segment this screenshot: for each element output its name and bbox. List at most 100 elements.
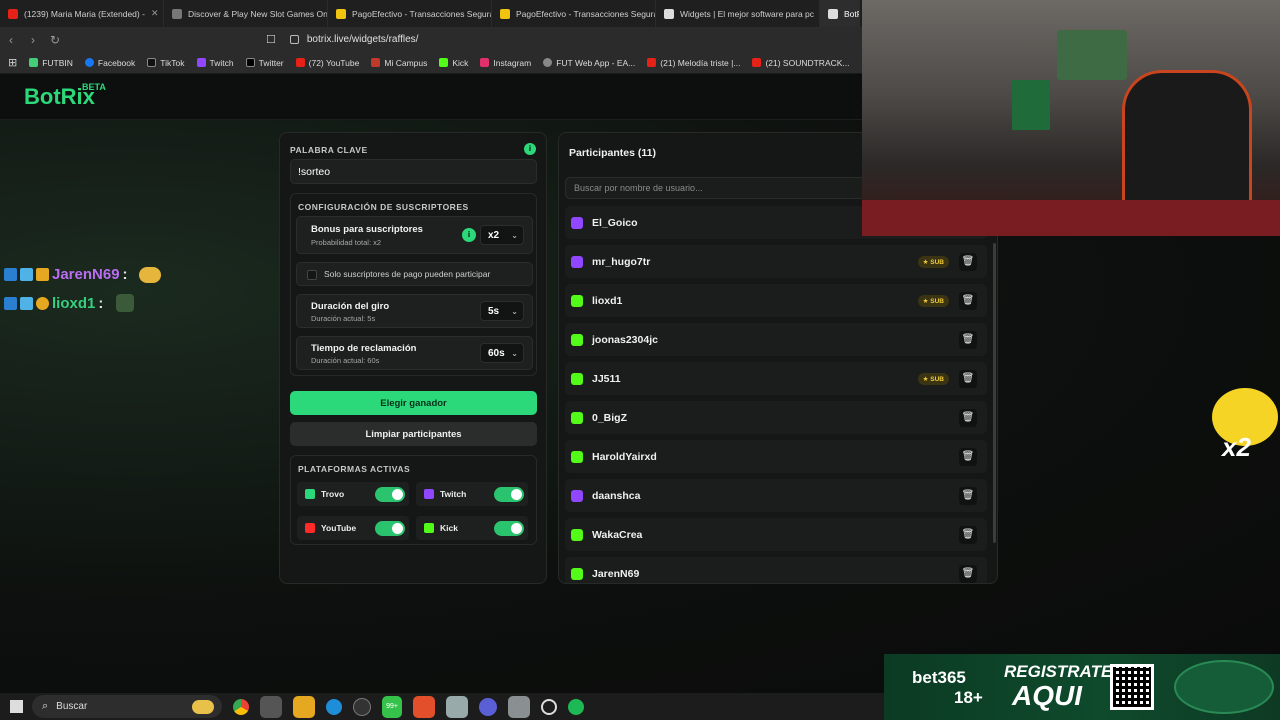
bookmark-item[interactable]: TikTok [147, 58, 185, 68]
keyword-input[interactable]: !sorteo [290, 159, 537, 184]
trovo-icon [305, 489, 315, 499]
participant-row: mr_hugo7tr ★ SUB 🗑 [565, 245, 987, 278]
reload-icon[interactable]: ↻ [44, 33, 66, 47]
spin-duration-select[interactable]: 5s ⌄ [480, 301, 524, 321]
pagoefectivo-icon [336, 8, 346, 19]
bookmark-item[interactable]: Mi Campus [371, 58, 427, 68]
trovo-toggle[interactable] [375, 486, 405, 502]
subscriber-config-label: CONFIGURACIÓN DE SUSCRIPTORES [298, 202, 469, 212]
botrix-icon [828, 8, 838, 19]
paid-only-row[interactable]: Solo suscriptores de pago pueden partici… [296, 262, 533, 286]
browser-tab-active[interactable]: BotR [820, 0, 860, 27]
bonus-select[interactable]: x2 ⌄ [480, 225, 524, 245]
facebook-icon [84, 58, 94, 67]
info-icon[interactable]: i [524, 143, 536, 155]
multiplier-text: x2 [1222, 432, 1251, 462]
trash-icon[interactable]: 🗑 [959, 447, 977, 466]
twitch-toggle[interactable] [494, 486, 524, 502]
info-icon[interactable]: i [462, 228, 476, 242]
close-icon[interactable]: ✕ [151, 8, 159, 19]
botrix-logo[interactable]: BotRix BETA [24, 82, 106, 110]
brave-icon[interactable] [413, 695, 435, 718]
obs-icon[interactable] [541, 698, 557, 715]
participants-scrollbar[interactable] [993, 243, 996, 543]
discord-icon[interactable] [479, 697, 497, 716]
trash-icon[interactable]: 🗑 [959, 291, 977, 310]
app-icon[interactable] [446, 695, 468, 718]
trash-icon[interactable]: 🗑 [959, 408, 977, 427]
claim-time-subtitle: Duración actual: 60s [311, 356, 380, 365]
file-explorer-icon[interactable] [293, 695, 315, 718]
claim-time-title: Tiempo de reclamación [311, 343, 417, 354]
chrome-icon[interactable] [233, 698, 249, 715]
youtube-toggle[interactable] [375, 520, 405, 536]
subscriber-config-section: CONFIGURACIÓN DE SUSCRIPTORES Bonus para… [290, 193, 537, 376]
prime-badge-icon [4, 268, 17, 281]
coin-badge-icon [36, 296, 49, 310]
x-icon [245, 58, 255, 67]
youtube-icon [8, 8, 18, 19]
spotify-icon[interactable] [568, 698, 584, 715]
bookmark-item[interactable]: Twitch [196, 58, 234, 68]
platform-youtube: YouTube [297, 516, 409, 540]
bookmark-item[interactable]: FUT Web App - EA... [543, 58, 635, 68]
bookmark-item[interactable]: Facebook [84, 58, 135, 68]
edge-icon[interactable] [326, 698, 342, 715]
paid-only-checkbox[interactable] [307, 270, 317, 280]
kick-toggle[interactable] [494, 520, 524, 536]
ad-brand: bet365 [912, 668, 966, 687]
participant-row: lioxd1 ★ SUB 🗑 [565, 284, 987, 317]
browser-tab[interactable]: (1239) Maria Maria (Extended) - ✕ [0, 0, 164, 27]
participant-row: 0_BigZ 🗑 [565, 401, 987, 434]
platform-kick: Kick [416, 516, 528, 540]
chat-message: lioxd1 : [4, 294, 135, 312]
gem-badge-icon [20, 296, 33, 310]
app-icon[interactable] [353, 697, 371, 716]
site-info-icon[interactable] [289, 35, 299, 44]
bookmark-item[interactable]: Kick [439, 58, 468, 68]
trash-icon[interactable]: 🗑 [959, 564, 977, 583]
kick-icon [571, 528, 583, 541]
apps-grid-icon[interactable]: ⊞ [8, 56, 17, 69]
browser-tab[interactable]: PagoEfectivo - Transacciones Segura [328, 0, 492, 27]
browser-tab[interactable]: Discover & Play New Slot Games On [164, 0, 328, 27]
spin-duration-subtitle: Duración actual: 5s [311, 314, 376, 323]
platform-twitch: Twitch [416, 482, 528, 506]
whatsapp-icon[interactable]: 99+ [382, 695, 402, 718]
chevron-down-icon: ⌄ [511, 230, 518, 240]
browser-tab[interactable]: PagoEfectivo - Transacciones Segura [492, 0, 656, 27]
browser-tab[interactable]: Widgets | El mejor software para pc [656, 0, 820, 27]
trash-icon[interactable]: 🗑 [959, 330, 977, 349]
app-icon[interactable] [260, 695, 282, 718]
bookmark-item[interactable]: (72) YouTube [295, 58, 359, 68]
steam-icon[interactable] [508, 695, 530, 718]
bookmark-item[interactable]: Instagram [480, 58, 531, 68]
bookmark-item[interactable]: (21) Melodía triste |... [647, 58, 740, 68]
trash-icon[interactable]: 🗑 [959, 486, 977, 505]
bookmark-item[interactable]: FUTBIN [29, 58, 73, 68]
trash-icon[interactable]: 🗑 [959, 369, 977, 388]
beta-badge: BETA [82, 82, 106, 92]
bookmark-item[interactable]: (21) SOUNDTRACK... [752, 58, 850, 68]
forward-icon[interactable]: › [22, 33, 44, 47]
bet365-ad: bet365 18+ REGISTRATE AQUI [884, 654, 1280, 720]
claim-time-select[interactable]: 60s ⌄ [480, 343, 524, 363]
page-icon [172, 8, 182, 19]
emote-icon [138, 266, 161, 283]
url-field[interactable]: botrix.live/widgets/raffles/ [289, 34, 418, 45]
kick-icon [571, 411, 583, 424]
bookmark-icon[interactable]: ☐ [266, 33, 276, 46]
trash-icon[interactable]: 🗑 [959, 252, 977, 271]
bookmark-item[interactable]: Twitter [245, 58, 284, 68]
bed-image [862, 200, 1280, 236]
subscriber-bonus-row: Bonus para suscriptores Probabilidad tot… [296, 216, 533, 254]
pick-winner-button[interactable]: Elegir ganador [290, 391, 537, 415]
chat-separator: : [98, 294, 104, 312]
taskbar-search[interactable]: ⌕ Buscar [32, 695, 222, 718]
windows-start-icon[interactable] [10, 700, 23, 713]
clear-participants-button[interactable]: Limpiar participantes [290, 422, 537, 446]
trash-icon[interactable]: 🗑 [959, 525, 977, 544]
back-icon[interactable]: ‹ [0, 33, 22, 47]
search-icon: ⌕ [42, 700, 49, 712]
futbin-icon [29, 58, 39, 67]
